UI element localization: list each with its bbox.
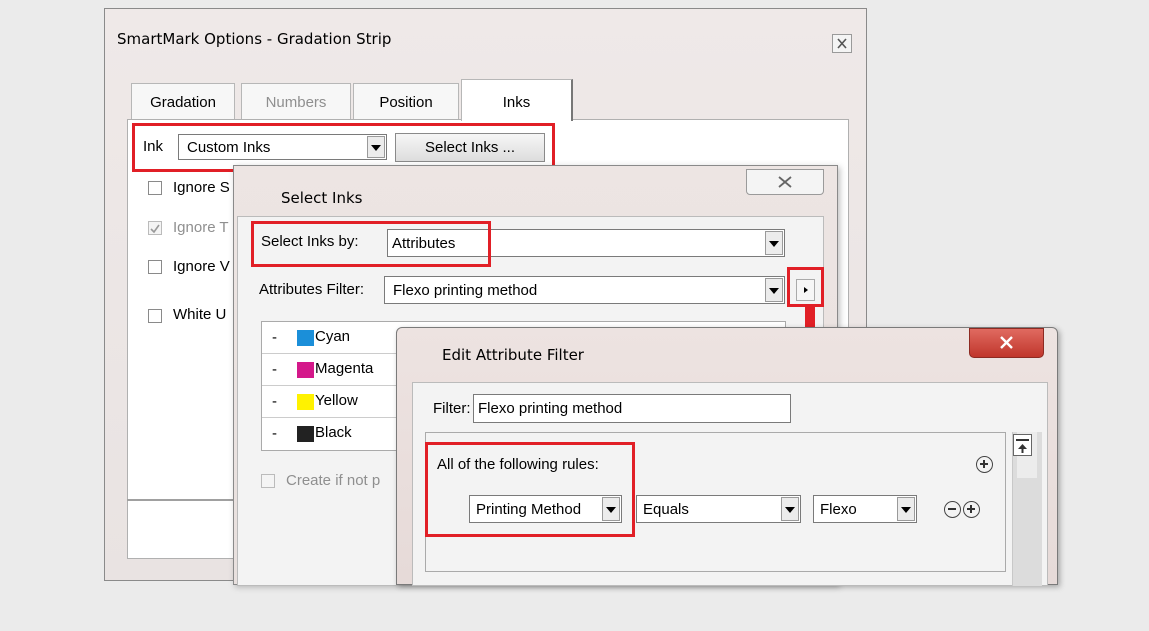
- create-label: Create if not p: [286, 472, 381, 489]
- edit-filter-close-button[interactable]: [969, 328, 1044, 358]
- remove-rule-button[interactable]: [944, 501, 961, 518]
- filter-label: Attributes Filter:: [259, 281, 365, 298]
- ink-name: Cyan: [315, 328, 351, 345]
- rule-operator-dropdown[interactable]: Equals: [636, 495, 801, 523]
- ignore-v-label: Ignore V: [173, 258, 230, 275]
- edit-filter-title: Edit Attribute Filter: [442, 346, 584, 364]
- ignore-t-checkbox[interactable]: [148, 221, 162, 235]
- chevron-down-icon: [785, 507, 795, 513]
- list-item[interactable]: - Magenta: [262, 354, 402, 386]
- smartmark-close-button[interactable]: [832, 34, 852, 53]
- list-item[interactable]: - Black: [262, 418, 402, 450]
- tab-position[interactable]: Position: [353, 83, 459, 119]
- check-icon: [150, 224, 160, 234]
- swatch-yellow: [297, 394, 314, 410]
- close-icon: [1000, 336, 1013, 349]
- add-rule-group-button[interactable]: [976, 456, 993, 473]
- filter-name-label: Filter:: [433, 400, 471, 417]
- select-by-highlight: [251, 221, 491, 267]
- close-icon: [837, 38, 847, 49]
- tab-inks[interactable]: Inks: [461, 79, 573, 121]
- rule-value-dropdown[interactable]: Flexo: [813, 495, 917, 523]
- edit-filter-window: Edit Attribute Filter Filter: Flexo prin…: [396, 327, 1058, 586]
- rule-value-value: Flexo: [820, 501, 857, 518]
- tree-dash: -: [272, 393, 277, 410]
- tree-dash: -: [272, 425, 277, 442]
- add-rule-button[interactable]: [963, 501, 980, 518]
- white-u-checkbox[interactable]: [148, 309, 162, 323]
- rule-value-toggle[interactable]: [897, 497, 915, 521]
- tab-gradation[interactable]: Gradation: [131, 83, 235, 119]
- filter-toggle[interactable]: [765, 278, 783, 302]
- minus-icon: [948, 508, 956, 510]
- filter-dropdown[interactable]: Flexo printing method: [384, 276, 785, 304]
- ignore-s-checkbox[interactable]: [148, 181, 162, 195]
- swatch-magenta: [297, 362, 314, 378]
- swatch-cyan: [297, 330, 314, 346]
- select-inks-title: Select Inks: [281, 189, 363, 207]
- close-icon: [778, 176, 792, 188]
- smartmark-title: SmartMark Options - Gradation Strip: [117, 30, 392, 48]
- rule-operator-toggle[interactable]: [781, 497, 799, 521]
- plus-icon-v: [970, 505, 972, 513]
- tab-position-label: Position: [379, 94, 433, 111]
- tab-gradation-label: Gradation: [150, 94, 216, 111]
- select-inks-close-button[interactable]: [746, 169, 824, 195]
- pin-button[interactable]: [1013, 434, 1032, 456]
- rule-attribute-highlight: [425, 442, 635, 537]
- ignore-s-label: Ignore S: [173, 179, 230, 196]
- list-item[interactable]: - Yellow: [262, 386, 402, 418]
- create-if-not-present-checkbox[interactable]: [261, 474, 275, 488]
- filter-edit-highlight: [787, 267, 824, 307]
- ink-name: Magenta: [315, 360, 374, 377]
- ignore-v-checkbox[interactable]: [148, 260, 162, 274]
- list-item[interactable]: - Cyan: [262, 322, 402, 354]
- select-by-toggle[interactable]: [765, 231, 783, 255]
- ink-name: Black: [315, 424, 352, 441]
- white-u-label: White U: [173, 306, 227, 323]
- chevron-down-icon: [769, 288, 779, 294]
- ignore-t-label: Ignore T: [173, 219, 229, 236]
- filter-name-input[interactable]: Flexo printing method: [473, 394, 791, 423]
- swatch-black: [297, 426, 314, 442]
- rule-operator-value: Equals: [643, 501, 689, 518]
- tree-dash: -: [272, 361, 277, 378]
- chevron-down-icon: [901, 507, 911, 513]
- pin-icon: [1016, 439, 1029, 453]
- filter-name-value: Flexo printing method: [478, 400, 623, 417]
- tab-inks-label: Inks: [502, 94, 531, 111]
- ink-name: Yellow: [315, 392, 358, 409]
- chevron-down-icon: [769, 241, 779, 247]
- tab-numbers[interactable]: Numbers: [241, 83, 351, 119]
- tree-dash: -: [272, 329, 277, 346]
- tab-numbers-label: Numbers: [265, 94, 327, 111]
- filter-value: Flexo printing method: [393, 282, 538, 299]
- plus-icon-v: [983, 460, 985, 468]
